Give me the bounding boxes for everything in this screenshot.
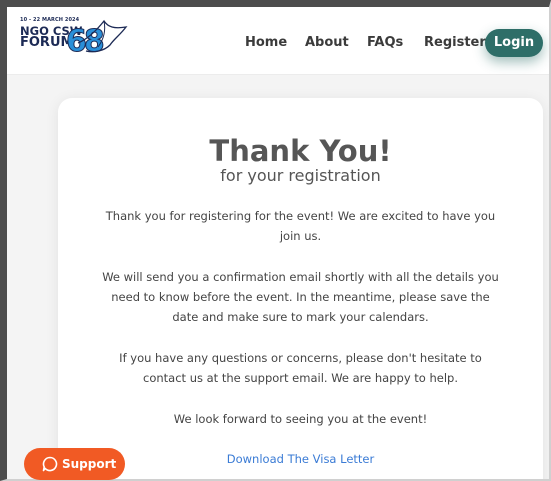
paragraph-confirmation: We will send you a confirmation email sh… [102, 270, 499, 324]
support-label: Support [62, 457, 117, 471]
thank-you-card: Thank You! for your registration Thank y… [58, 98, 543, 481]
paragraph-closing: We look forward to seeing you at the eve… [173, 412, 428, 426]
ngo-csw-forum-logo[interactable]: 10 - 22 MARCH 2024 NGO CSW FORUM 68 [20, 17, 130, 71]
page-subtitle: for your registration [220, 166, 381, 185]
support-button[interactable]: Support [24, 448, 125, 480]
logo-date: 10 - 22 MARCH 2024 [20, 17, 80, 23]
nav-faqs[interactable]: FAQs [367, 35, 403, 50]
login-button[interactable]: Login [485, 29, 543, 57]
paragraph-thanks: Thank you for registering for the event!… [105, 209, 496, 243]
paragraph-support: If you have any questions or concerns, p… [119, 351, 482, 385]
download-visa-letter-link[interactable]: Download The Visa Letter [58, 452, 543, 466]
chat-bubble-icon [42, 456, 58, 472]
page-title: Thank You! [209, 134, 392, 168]
nav-home[interactable]: Home [245, 35, 287, 50]
dove-icon [77, 19, 128, 53]
nav-about[interactable]: About [305, 35, 349, 50]
top-navbar: 10 - 22 MARCH 2024 NGO CSW FORUM 68 Home… [7, 7, 549, 75]
nav-register[interactable]: Register [424, 35, 486, 50]
